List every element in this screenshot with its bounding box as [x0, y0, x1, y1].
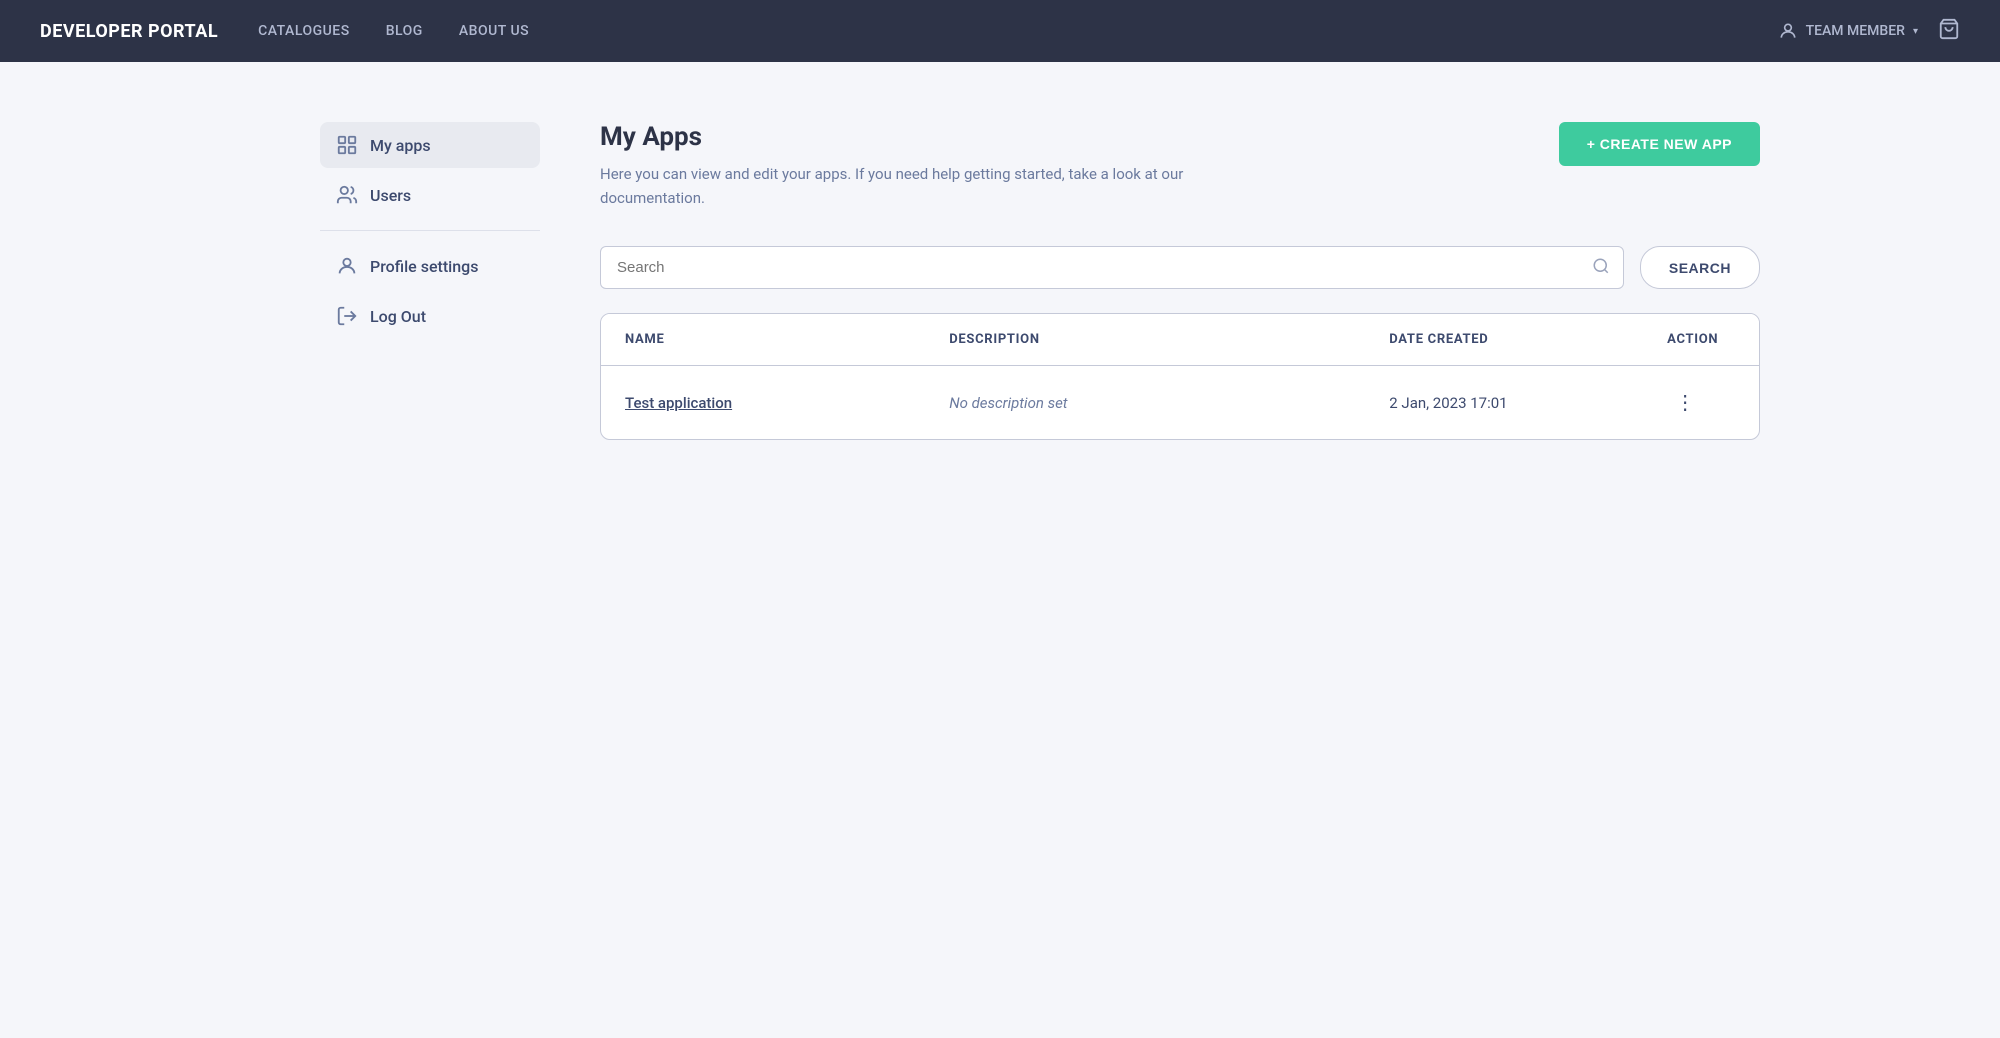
- sidebar-item-profile-settings[interactable]: Profile settings: [320, 243, 540, 289]
- nav-link-blog[interactable]: BLOG: [386, 23, 423, 39]
- sidebar-item-profile-settings-label: Profile settings: [370, 257, 478, 276]
- col-header-name: NAME: [601, 314, 925, 366]
- apps-grid-icon: [336, 134, 358, 156]
- chevron-down-icon: ▾: [1913, 26, 1918, 37]
- sidebar-item-users[interactable]: Users: [320, 172, 540, 218]
- page-title-section: My Apps Here you can view and edit your …: [600, 122, 1220, 210]
- team-member-label: TEAM MEMBER: [1806, 23, 1905, 39]
- sidebar-item-my-apps[interactable]: My apps: [320, 122, 540, 168]
- app-name-link[interactable]: Test application: [625, 394, 732, 412]
- page-title: My Apps: [600, 122, 1220, 152]
- app-description: No description set: [949, 394, 1067, 412]
- sidebar: My apps Users Profile settings: [320, 122, 540, 440]
- nav-link-catalogues[interactable]: CATALOGUES: [258, 23, 350, 39]
- search-row: SEARCH: [600, 246, 1760, 289]
- sidebar-item-log-out[interactable]: Log Out: [320, 293, 540, 339]
- app-name-cell: Test application: [601, 366, 925, 440]
- navbar-links: CATALOGUES BLOG ABOUT US: [258, 23, 1737, 39]
- col-header-date-created: DATE CREATED: [1365, 314, 1643, 366]
- basket-icon[interactable]: [1938, 18, 1960, 45]
- app-action-cell: ⋮: [1643, 366, 1759, 440]
- app-date-cell: 2 Jan, 2023 17:01: [1365, 366, 1643, 440]
- users-icon: [336, 184, 358, 206]
- search-icon: [1592, 257, 1610, 279]
- apps-table-header-row: NAME DESCRIPTION DATE CREATED ACTION: [601, 314, 1759, 366]
- main-layout: My apps Users Profile settings: [200, 62, 1800, 480]
- profile-icon: [336, 255, 358, 277]
- apps-table: NAME DESCRIPTION DATE CREATED ACTION Tes…: [601, 314, 1759, 439]
- navbar-brand: DEVELOPER PORTAL: [40, 21, 218, 42]
- navbar: DEVELOPER PORTAL CATALOGUES BLOG ABOUT U…: [0, 0, 2000, 62]
- sidebar-item-log-out-label: Log Out: [370, 307, 426, 326]
- main-content: My Apps Here you can view and edit your …: [600, 122, 1760, 440]
- app-description-cell: No description set: [925, 366, 1365, 440]
- user-icon: [1778, 21, 1798, 41]
- table-row: Test application No description set 2 Ja…: [601, 366, 1759, 440]
- sidebar-item-my-apps-label: My apps: [370, 136, 431, 155]
- apps-table-head: NAME DESCRIPTION DATE CREATED ACTION: [601, 314, 1759, 366]
- sidebar-divider: [320, 230, 540, 231]
- search-input[interactable]: [600, 246, 1624, 289]
- search-button[interactable]: SEARCH: [1640, 246, 1760, 289]
- sidebar-item-users-label: Users: [370, 186, 411, 205]
- col-header-action: ACTION: [1643, 314, 1759, 366]
- team-member-menu[interactable]: TEAM MEMBER ▾: [1778, 21, 1918, 41]
- navbar-right: TEAM MEMBER ▾: [1778, 18, 1960, 45]
- page-description: Here you can view and edit your apps. If…: [600, 162, 1220, 210]
- logout-icon: [336, 305, 358, 327]
- col-header-description: DESCRIPTION: [925, 314, 1365, 366]
- apps-table-body: Test application No description set 2 Ja…: [601, 366, 1759, 440]
- app-action-button[interactable]: ⋮: [1667, 386, 1703, 419]
- content-header: My Apps Here you can view and edit your …: [600, 122, 1760, 210]
- create-new-app-button[interactable]: + CREATE NEW APP: [1559, 122, 1760, 166]
- apps-table-wrapper: NAME DESCRIPTION DATE CREATED ACTION Tes…: [600, 313, 1760, 440]
- search-wrapper: [600, 246, 1624, 289]
- nav-link-about-us[interactable]: ABOUT US: [459, 23, 529, 39]
